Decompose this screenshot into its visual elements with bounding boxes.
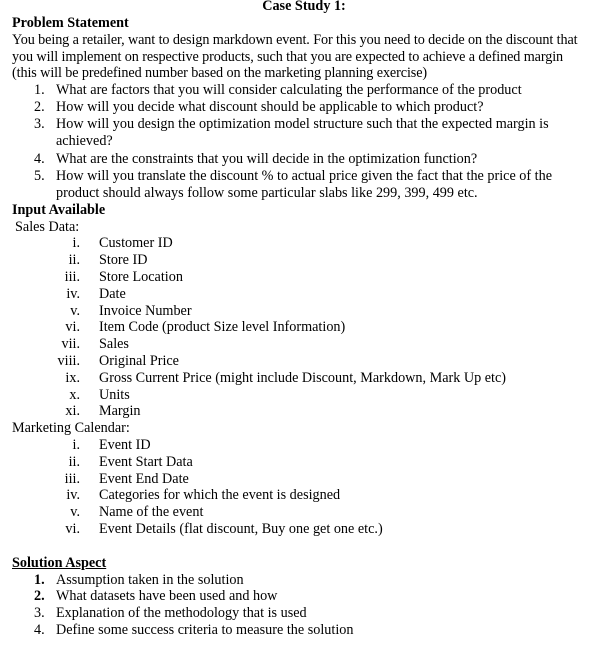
solution-aspect-heading: Solution Aspect <box>12 554 107 571</box>
list-number: 1. <box>34 571 45 588</box>
list-text: Margin <box>99 403 141 420</box>
list-item: ix. Gross Current Price (might include Di… <box>12 370 588 387</box>
list-item: 4. What are the constraints that you will… <box>12 151 588 168</box>
list-number: vi. <box>65 520 80 537</box>
list-number: ix. <box>65 369 80 386</box>
list-item: x. Units <box>12 387 588 404</box>
list-item: iv. Categories for which the event is des… <box>12 487 588 504</box>
list-text: What are factors that you will consider … <box>56 82 522 99</box>
list-item: vii. Sales <box>12 336 588 353</box>
list-item: 4. Define some success criteria to measur… <box>12 622 588 639</box>
list-number: iv. <box>66 487 80 504</box>
list-text: Store ID <box>99 252 148 269</box>
list-text: How will you translate the discount % to… <box>56 168 553 201</box>
list-text: Gross Current Price (might include Disco… <box>99 369 507 386</box>
list-text: Event Details (flat discount, Buy one ge… <box>99 520 383 537</box>
list-text: Units <box>99 386 130 403</box>
list-number: 3. <box>34 115 45 132</box>
list-number: 3. <box>34 605 45 622</box>
list-number: iii. <box>64 268 80 285</box>
list-text: Event End Date <box>99 470 189 487</box>
list-item: 3. How will you design the optimization m… <box>12 116 588 150</box>
list-number: ii. <box>68 453 80 470</box>
problem-intro: You being a retailer, want to design mar… <box>12 31 578 82</box>
list-item: 2. What datasets have been used and how <box>12 588 588 605</box>
list-text: Original Price <box>99 352 179 369</box>
list-item: iii. Event End Date <box>12 471 588 488</box>
list-text: Categories for which the event is design… <box>99 487 341 504</box>
list-text: Assumption taken in the solution <box>56 571 244 588</box>
marketing-calendar-list: i. Event ID ii. Event Start Data iii. Event… <box>12 437 588 538</box>
list-item: vi. Item Code (product Size level Informa… <box>12 319 588 336</box>
list-item: 2. How will you decide what discount shou… <box>12 99 588 116</box>
sales-data-list: i. Customer ID ii. Store ID iii. Store Loca… <box>12 235 588 420</box>
marketing-calendar-label: Marketing Calendar: <box>12 420 130 437</box>
list-text: Invoice Number <box>99 302 192 319</box>
list-text: Item Code (product Size level Informatio… <box>99 319 346 336</box>
list-item: xi. Margin <box>12 403 588 420</box>
list-number: 2. <box>34 98 45 115</box>
problem-statement-heading: Problem Statement <box>12 15 129 31</box>
list-number: i. <box>72 436 81 453</box>
list-text: How will you decide what discount should… <box>56 98 484 115</box>
list-text: Event ID <box>99 436 151 453</box>
list-number: ii. <box>68 252 80 269</box>
document-title: Case Study 1: <box>262 0 346 14</box>
list-text: Customer ID <box>99 235 173 252</box>
list-number: 1. <box>34 82 45 99</box>
list-item: vi. Event Details (flat discount, Buy one… <box>12 521 588 538</box>
list-text: How will you design the optimization mod… <box>56 115 549 149</box>
list-text: Store Location <box>99 268 183 285</box>
list-item: iii. Store Location <box>12 269 588 286</box>
list-number: x. <box>69 386 80 403</box>
list-text: Sales <box>99 336 129 353</box>
list-number: vii. <box>61 336 80 353</box>
list-number: v. <box>70 302 80 319</box>
list-item: i. Event ID <box>12 437 588 454</box>
solution-aspect-list: 1. Assumption taken in the solution 2. Wha… <box>12 572 588 639</box>
list-number: vi. <box>65 319 80 336</box>
list-item: ii. Event Start Data <box>12 454 588 471</box>
sales-data-label: Sales Data: <box>15 218 80 235</box>
list-number: v. <box>70 504 80 521</box>
list-text: Date <box>99 285 126 302</box>
list-number: iv. <box>66 285 80 302</box>
list-text: What are the constraints that you will d… <box>56 151 478 168</box>
list-item: 3. Explanation of the methodology that is… <box>12 605 588 622</box>
list-item: 5. How will you translate the discount % … <box>12 168 588 202</box>
list-item: 1. Assumption taken in the solution <box>12 572 588 589</box>
list-text: Define some success criteria to measure … <box>56 621 354 638</box>
list-item: iv. Date <box>12 286 588 303</box>
problem-questions-list: 1. What are factors that you will conside… <box>12 82 588 202</box>
list-number: iii. <box>64 470 80 487</box>
list-text: Explanation of the methodology that is u… <box>56 605 307 622</box>
list-number: viii. <box>57 352 80 369</box>
list-item: ii. Store ID <box>12 252 588 269</box>
list-number: 2. <box>34 588 45 605</box>
list-item: v. Name of the event <box>12 504 588 521</box>
list-item: i. Customer ID <box>12 235 588 252</box>
list-item: viii. Original Price <box>12 353 588 370</box>
list-text: What datasets have been used and how <box>56 588 278 605</box>
list-text: Name of the event <box>99 504 204 521</box>
list-number: 4. <box>34 621 45 638</box>
list-number: 5. <box>34 168 45 185</box>
list-number: i. <box>72 235 81 252</box>
input-available-heading: Input Available <box>12 201 106 218</box>
document-page: Case Study 1: Problem Statement You bein… <box>12 0 588 639</box>
list-number: 4. <box>34 151 45 168</box>
list-item: 1. What are factors that you will conside… <box>12 82 588 99</box>
list-text: Event Start Data <box>99 453 193 470</box>
list-item: v. Invoice Number <box>12 303 588 320</box>
list-number: xi. <box>65 403 80 420</box>
